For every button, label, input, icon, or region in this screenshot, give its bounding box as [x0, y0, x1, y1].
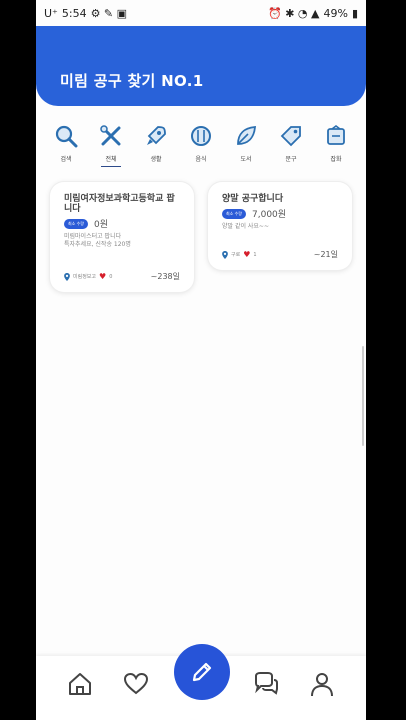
battery-icon: ▮: [351, 6, 358, 20]
category-label: 잡화: [330, 156, 342, 163]
heart-icon[interactable]: ♥: [99, 272, 106, 281]
category-life[interactable]: 생활: [138, 124, 174, 174]
like-count: 0: [109, 273, 113, 280]
clock: 5:54: [61, 6, 87, 20]
category-food[interactable]: 음식: [183, 124, 219, 174]
category-misc[interactable]: 잡화: [318, 124, 354, 174]
post-price: 7,000원: [252, 210, 287, 220]
rocket-icon: [147, 126, 166, 145]
tools-icon: [100, 125, 121, 146]
write-post-button[interactable]: [174, 644, 230, 700]
post-location: 미림정보고: [73, 274, 97, 280]
post-card[interactable]: 양말 공구합니다 최소 수량 7,000원 양말 같이 사요~~ 구로 ♥ 1 …: [208, 182, 352, 270]
battery-level: 49%: [323, 6, 348, 20]
leaf-icon: [237, 126, 256, 145]
category-bar: 검색 전체 생활 음식 도서 문구 잡화: [48, 124, 354, 174]
like-count: 1: [253, 251, 257, 258]
category-search[interactable]: 검색: [48, 124, 84, 174]
location-pin-icon: [222, 250, 228, 259]
category-stationery[interactable]: 문구: [273, 124, 309, 174]
post-title: 미림여자정보과학고등학교 팝니다: [64, 194, 175, 214]
box-icon: [327, 125, 345, 145]
category-books[interactable]: 도서: [228, 124, 264, 174]
min-quantity-badge: 최소 수량: [222, 208, 246, 219]
pencil-icon: [192, 662, 212, 682]
category-label: 생활: [150, 156, 162, 163]
notification-icons: ⚙ ✎ ▣: [90, 6, 128, 20]
search-icon: [55, 125, 78, 148]
days-left: ~238일: [150, 272, 180, 281]
food-icon: [191, 126, 211, 146]
post-title: 양말 공구합니다: [222, 194, 284, 204]
post-description: 미림마이스터고 팝니다: [64, 233, 122, 240]
profile-icon[interactable]: [308, 670, 336, 698]
days-left: ~21일: [313, 250, 338, 259]
post-description: 특자추세요, 신작송 120명: [64, 241, 131, 248]
category-label: 검색: [60, 156, 72, 163]
category-label: 전체: [101, 154, 121, 167]
post-price: 0원: [94, 220, 109, 230]
chat-icon[interactable]: [252, 670, 280, 698]
post-location: 구로: [231, 252, 241, 258]
category-label: 문구: [285, 156, 297, 163]
status-bar: U⁺ 5:54 ⚙ ✎ ▣ ⏰ ✱ ◔ ▲ 49% ▮: [36, 0, 366, 26]
page-title: 미림 공구 찾기 NO.1: [60, 72, 204, 90]
tag-icon: [280, 126, 301, 147]
home-icon[interactable]: [66, 670, 94, 698]
heart-icon[interactable]: ♥: [243, 250, 250, 259]
min-quantity-badge: 최소 수량: [64, 218, 88, 229]
heart-outline-icon[interactable]: [122, 670, 150, 698]
carrier: U⁺: [44, 6, 58, 20]
category-label: 도서: [240, 156, 252, 163]
category-label: 음식: [195, 156, 207, 163]
post-description: 양말 같이 사요~~: [222, 223, 269, 230]
header: 미림 공구 찾기 NO.1: [36, 26, 366, 106]
app-screen: U⁺ 5:54 ⚙ ✎ ▣ ⏰ ✱ ◔ ▲ 49% ▮ 미림 공구 찾기 NO.…: [36, 0, 366, 720]
category-all[interactable]: 전체: [93, 124, 129, 174]
signal-icons: ⏰ ✱ ◔ ▲: [268, 6, 320, 20]
scrollbar[interactable]: [362, 346, 364, 446]
location-pin-icon: [64, 272, 70, 281]
post-card[interactable]: 미림여자정보과학고등학교 팝니다 최소 수량 0원 미림마이스터고 팝니다 특자…: [50, 182, 194, 292]
